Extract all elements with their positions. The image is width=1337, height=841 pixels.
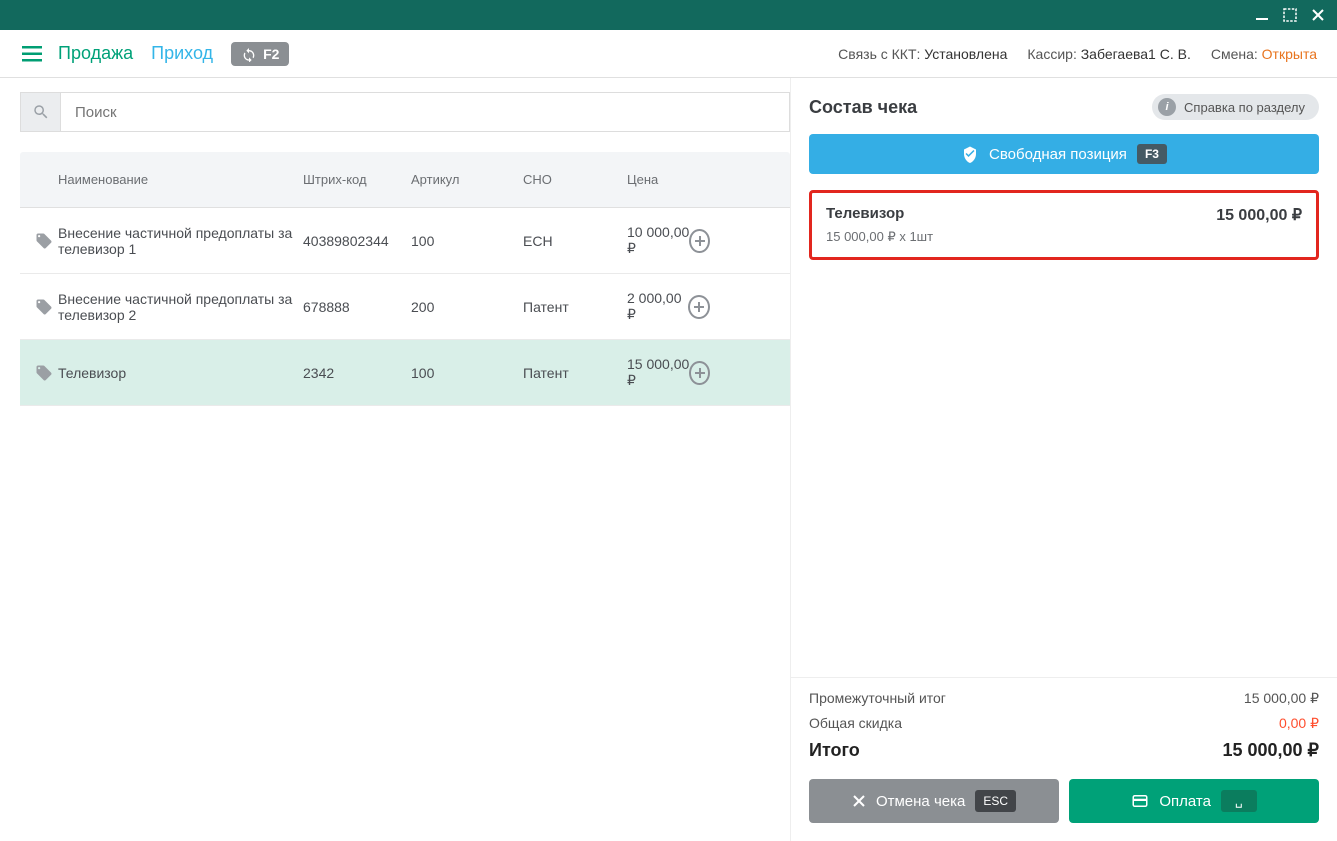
table-row[interactable]: Телевизор2342100Патент15 000,00 ₽	[20, 340, 790, 406]
app-header: Продажа Приход F2 Связь с ККТ: Установле…	[0, 30, 1337, 78]
cell-article: 100	[411, 365, 523, 381]
table-header: Наименование Штрих-код Артикул СНО Цена	[20, 152, 790, 208]
receipt-item[interactable]: Телевизор 15 000,00 ₽ 15 000,00 ₽ х 1шт	[809, 190, 1319, 260]
tab-income[interactable]: Приход	[151, 43, 213, 64]
col-header-name: Наименование	[58, 172, 303, 187]
esc-key-badge: ESC	[975, 790, 1016, 812]
grand-total-value: 15 000,00 ₽	[1222, 740, 1319, 761]
cell-name: Телевизор	[58, 365, 303, 381]
tag-icon	[30, 232, 58, 250]
cell-price: 15 000,00 ₽	[627, 356, 689, 389]
f3-key-badge: F3	[1137, 144, 1167, 164]
search-input[interactable]	[60, 92, 790, 132]
add-item-button[interactable]	[689, 229, 710, 253]
receipt-panel: Состав чека i Справка по разделу Свободн…	[790, 78, 1337, 841]
info-icon: i	[1158, 98, 1176, 116]
table-row[interactable]: Внесение частичной предоплаты за телевиз…	[20, 274, 790, 340]
cell-price: 10 000,00 ₽	[627, 224, 689, 257]
col-header-price: Цена	[627, 172, 790, 187]
space-key-badge: ␣	[1221, 790, 1257, 812]
f2-key-label: F2	[263, 46, 279, 62]
col-header-article: Артикул	[411, 172, 523, 187]
receipt-item-name: Телевизор	[826, 205, 904, 222]
cell-article: 200	[411, 299, 523, 315]
cell-barcode: 678888	[303, 299, 411, 315]
grand-total-label: Итого	[809, 740, 860, 761]
pay-button[interactable]: Оплата ␣	[1069, 779, 1319, 823]
tag-icon	[30, 298, 58, 316]
discount-value: 0,00 ₽	[1279, 715, 1319, 732]
cancel-receipt-button[interactable]: Отмена чека ESC	[809, 779, 1059, 823]
col-header-barcode: Штрих-код	[303, 172, 411, 187]
close-icon[interactable]	[1311, 8, 1325, 22]
cell-barcode: 40389802344	[303, 233, 411, 249]
status-cashier: Кассир: Забегаева1 С. В.	[1027, 46, 1190, 62]
receipt-item-sub: 15 000,00 ₽ х 1шт	[826, 229, 1302, 245]
cell-sno: Патент	[523, 299, 627, 315]
subtotal-value: 15 000,00 ₽	[1244, 690, 1319, 707]
window-titlebar	[0, 0, 1337, 30]
maximize-icon[interactable]	[1283, 8, 1297, 22]
menu-icon[interactable]	[20, 42, 44, 66]
search-icon[interactable]	[20, 92, 60, 132]
subtotal-label: Промежуточный итог	[809, 690, 946, 707]
free-position-button[interactable]: Свободная позиция F3	[809, 134, 1319, 174]
discount-label: Общая скидка	[809, 715, 902, 732]
catalog-panel: Наименование Штрих-код Артикул СНО Цена …	[0, 78, 790, 841]
cell-barcode: 2342	[303, 365, 411, 381]
add-item-button[interactable]	[688, 295, 710, 319]
tab-sale[interactable]: Продажа	[58, 43, 133, 64]
product-table: Наименование Штрих-код Артикул СНО Цена …	[20, 152, 790, 406]
cell-sno: Патент	[523, 365, 627, 381]
cell-sno: ЕСН	[523, 233, 627, 249]
cell-price: 2 000,00 ₽	[627, 290, 688, 323]
tag-icon	[30, 364, 58, 382]
status-shift: Смена: Открыта	[1211, 46, 1317, 62]
minimize-icon[interactable]	[1255, 8, 1269, 22]
totals-block: Промежуточный итог 15 000,00 ₽ Общая ски…	[791, 677, 1337, 769]
col-header-sno: СНО	[523, 172, 627, 187]
add-item-button[interactable]	[689, 361, 710, 385]
status-kkt: Связь с ККТ: Установлена	[838, 46, 1007, 62]
cell-name: Внесение частичной предоплаты за телевиз…	[58, 225, 303, 257]
receipt-item-total: 15 000,00 ₽	[1216, 205, 1302, 225]
help-button[interactable]: i Справка по разделу	[1152, 94, 1319, 120]
cell-article: 100	[411, 233, 523, 249]
table-row[interactable]: Внесение частичной предоплаты за телевиз…	[20, 208, 790, 274]
cell-name: Внесение частичной предоплаты за телевиз…	[58, 291, 303, 323]
mode-switch-button[interactable]: F2	[231, 42, 289, 66]
receipt-title: Состав чека	[809, 97, 917, 118]
